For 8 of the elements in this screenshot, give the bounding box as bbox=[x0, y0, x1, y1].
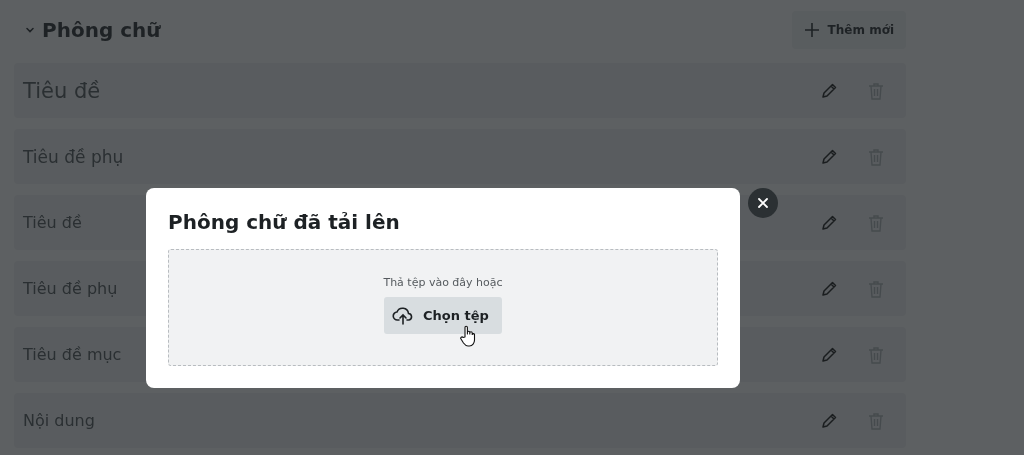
dialog-title: Phông chữ đã tải lên bbox=[168, 210, 401, 234]
section-title: Phông chữ bbox=[42, 18, 162, 42]
drop-hint: Thả tệp vào đây hoặc bbox=[383, 275, 503, 289]
drop-zone[interactable]: Thả tệp vào đây hoặc Chọn tệp bbox=[168, 249, 718, 366]
cloud-upload-icon bbox=[392, 305, 415, 325]
close-icon[interactable] bbox=[748, 188, 778, 218]
hand-cursor-icon bbox=[460, 325, 476, 347]
choose-file-button[interactable]: Chọn tệp bbox=[384, 296, 502, 334]
